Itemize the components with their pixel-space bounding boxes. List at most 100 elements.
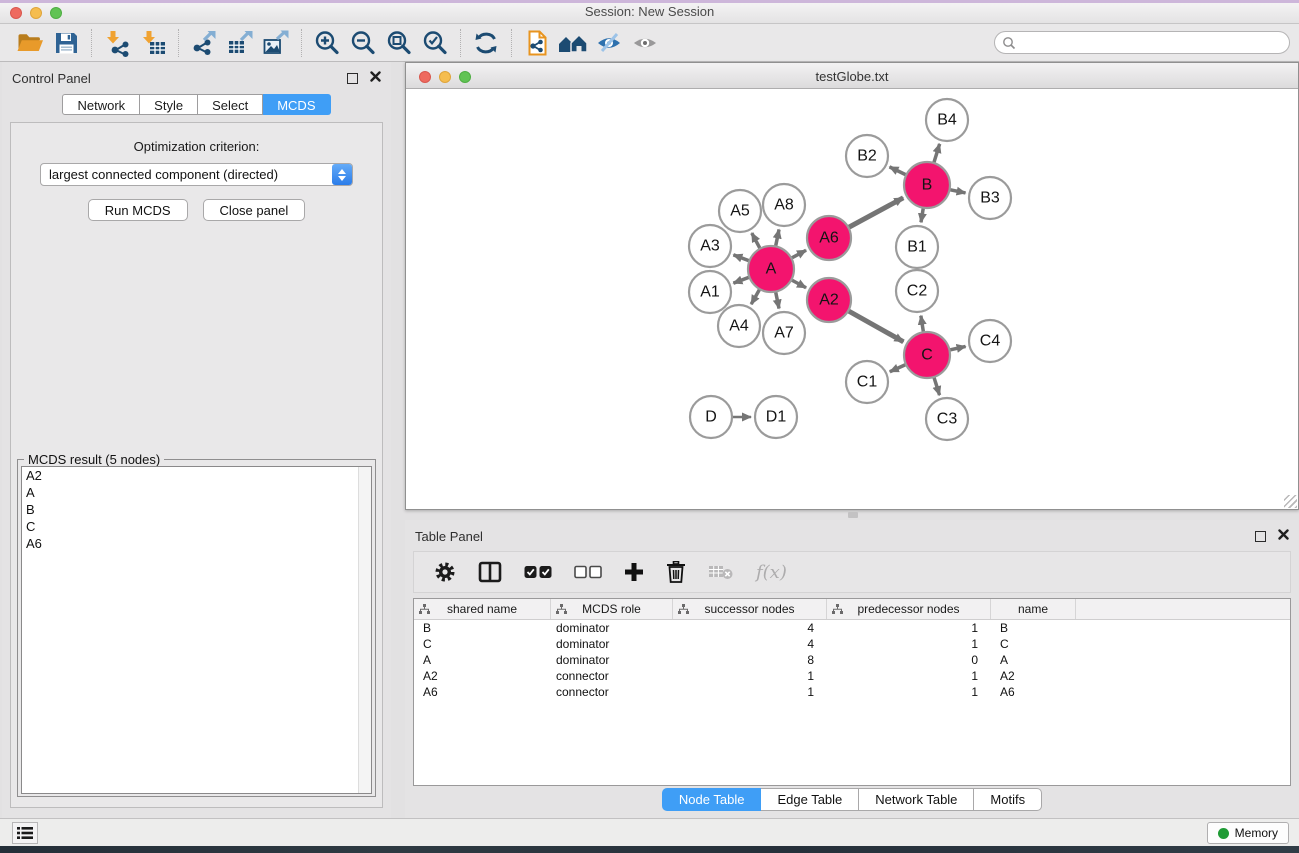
table-cell[interactable]: 1 xyxy=(673,668,827,684)
tab-style[interactable]: Style xyxy=(140,94,198,115)
clone-network-icon[interactable] xyxy=(519,27,555,59)
memory-button[interactable]: Memory xyxy=(1207,822,1289,844)
graph-node-C2[interactable]: C2 xyxy=(896,270,938,312)
table-cell[interactable]: 1 xyxy=(827,636,991,652)
export-table-icon[interactable] xyxy=(222,27,258,59)
column-header-name[interactable]: name xyxy=(991,599,1076,619)
close-panel-icon[interactable] xyxy=(370,69,381,87)
zoom-fit-icon[interactable] xyxy=(381,27,417,59)
delete-column-icon[interactable] xyxy=(666,561,686,583)
table-cell[interactable]: 4 xyxy=(673,636,827,652)
table-cell[interactable]: A2 xyxy=(991,668,1076,684)
table-cell[interactable]: dominator xyxy=(551,620,673,636)
table-row[interactable]: Bdominator41B xyxy=(414,620,1290,636)
float-panel-icon[interactable] xyxy=(347,73,358,84)
task-history-button[interactable] xyxy=(12,822,38,844)
hide-selected-icon[interactable] xyxy=(591,27,627,59)
add-column-icon[interactable] xyxy=(624,562,644,582)
graph-node-A5[interactable]: A5 xyxy=(719,190,761,232)
graph-node-C[interactable]: C xyxy=(904,332,950,378)
table-cell[interactable]: B xyxy=(991,620,1076,636)
show-all-icon[interactable] xyxy=(627,27,663,59)
deselect-checkboxes-icon[interactable] xyxy=(574,565,602,579)
graph-node-D1[interactable]: D1 xyxy=(755,396,797,438)
tab-motifs[interactable]: Motifs xyxy=(974,788,1042,811)
table-cell[interactable]: 1 xyxy=(673,684,827,700)
float-table-panel-icon[interactable] xyxy=(1255,531,1266,542)
mcds-result-list[interactable]: A2ABCA6 xyxy=(21,466,372,794)
table-row[interactable]: A6connector11A6 xyxy=(414,684,1290,700)
table-cell[interactable]: 0 xyxy=(827,652,991,668)
close-table-panel-icon[interactable] xyxy=(1278,527,1289,545)
result-list-scrollbar[interactable] xyxy=(358,467,371,793)
table-cell[interactable]: B xyxy=(414,620,551,636)
zoom-in-icon[interactable] xyxy=(309,27,345,59)
save-session-icon[interactable] xyxy=(48,27,84,59)
network-canvas[interactable]: B4B2BB3A8A5A6B1A3AC2A1A2A4A7C4CC1DD1C3 xyxy=(406,89,1298,509)
tab-mcds[interactable]: MCDS xyxy=(263,94,330,115)
split-column-icon[interactable] xyxy=(478,561,502,583)
search-field[interactable] xyxy=(994,31,1290,54)
graph-node-B[interactable]: B xyxy=(904,162,950,208)
result-item[interactable]: A2 xyxy=(22,467,371,484)
resize-grip-icon[interactable] xyxy=(1284,495,1297,508)
tab-node-table[interactable]: Node Table xyxy=(662,788,762,811)
graph-node-A[interactable]: A xyxy=(748,246,794,292)
table-cell[interactable]: connector xyxy=(551,684,673,700)
graph-node-A6[interactable]: A6 xyxy=(807,216,851,260)
column-header-shared-name[interactable]: shared name xyxy=(414,599,551,619)
graph-node-A3[interactable]: A3 xyxy=(689,225,731,267)
graph-node-B1[interactable]: B1 xyxy=(896,226,938,268)
tab-network-table[interactable]: Network Table xyxy=(859,788,974,811)
table-cell[interactable]: 1 xyxy=(827,684,991,700)
graph-node-A4[interactable]: A4 xyxy=(718,305,760,347)
table-cell[interactable]: C xyxy=(414,636,551,652)
column-header-predecessor-nodes[interactable]: predecessor nodes xyxy=(827,599,991,619)
tab-network[interactable]: Network xyxy=(62,94,140,115)
open-file-icon[interactable] xyxy=(12,27,48,59)
import-table-icon[interactable] xyxy=(135,27,171,59)
table-cell[interactable]: connector xyxy=(551,668,673,684)
table-row[interactable]: A2connector11A2 xyxy=(414,668,1290,684)
table-cell[interactable]: A2 xyxy=(414,668,551,684)
graph-node-B3[interactable]: B3 xyxy=(969,177,1011,219)
graph-node-C1[interactable]: C1 xyxy=(846,361,888,403)
graph-node-A8[interactable]: A8 xyxy=(763,184,805,226)
zoom-selected-icon[interactable] xyxy=(417,27,453,59)
graph-node-C3[interactable]: C3 xyxy=(926,398,968,440)
table-settings-icon[interactable] xyxy=(434,561,456,583)
export-image-icon[interactable] xyxy=(258,27,294,59)
table-row[interactable]: Adominator80A xyxy=(414,652,1290,668)
table-cell[interactable]: dominator xyxy=(551,652,673,668)
first-neighbors-icon[interactable] xyxy=(555,27,591,59)
result-item[interactable]: A xyxy=(22,484,371,501)
result-item[interactable]: C xyxy=(22,518,371,535)
table-cell[interactable]: 1 xyxy=(827,668,991,684)
graph-node-A2[interactable]: A2 xyxy=(807,278,851,322)
graph-node-A7[interactable]: A7 xyxy=(763,312,805,354)
zoom-out-icon[interactable] xyxy=(345,27,381,59)
export-network-icon[interactable] xyxy=(186,27,222,59)
optimization-criterion-dropdown[interactable]: largest connected component (directed) xyxy=(40,163,353,186)
tab-edge-table[interactable]: Edge Table xyxy=(761,788,859,811)
table-cell[interactable]: A6 xyxy=(414,684,551,700)
table-cell[interactable]: A6 xyxy=(991,684,1076,700)
panel-divider-handle[interactable] xyxy=(848,512,858,518)
graph-node-A1[interactable]: A1 xyxy=(689,271,731,313)
import-network-icon[interactable] xyxy=(99,27,135,59)
table-cell[interactable]: 4 xyxy=(673,620,827,636)
refresh-icon[interactable] xyxy=(468,27,504,59)
tab-select[interactable]: Select xyxy=(198,94,263,115)
table-cell[interactable]: A xyxy=(991,652,1076,668)
table-row[interactable]: Cdominator41C xyxy=(414,636,1290,652)
graph-node-B4[interactable]: B4 xyxy=(926,99,968,141)
close-panel-button[interactable]: Close panel xyxy=(203,199,306,221)
table-cell[interactable]: A xyxy=(414,652,551,668)
result-item[interactable]: B xyxy=(22,501,371,518)
search-input[interactable] xyxy=(1016,34,1289,52)
graph-node-D[interactable]: D xyxy=(690,396,732,438)
run-mcds-button[interactable]: Run MCDS xyxy=(88,199,188,221)
result-item[interactable]: A6 xyxy=(22,535,371,552)
table-cell[interactable]: dominator xyxy=(551,636,673,652)
graph-node-C4[interactable]: C4 xyxy=(969,320,1011,362)
